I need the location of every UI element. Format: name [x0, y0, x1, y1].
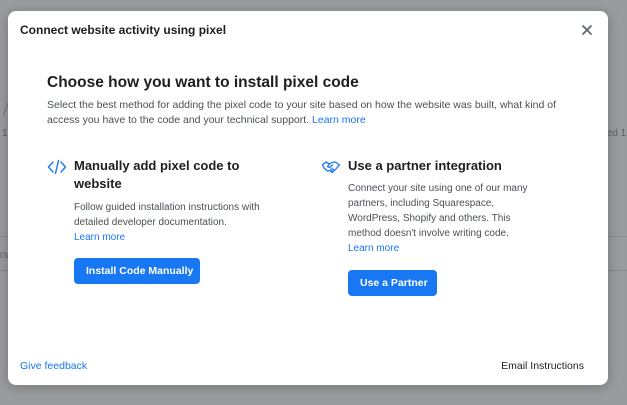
- manual-description-text: Follow guided installation instructions …: [74, 202, 260, 228]
- partner-learn-more-link[interactable]: Learn more: [348, 243, 399, 254]
- description-learn-more-link[interactable]: Learn more: [312, 114, 366, 126]
- dialog-title: Connect website activity using pixel: [20, 23, 227, 37]
- manual-option-title: Manually add pixel code to website: [74, 158, 240, 191]
- handshake-icon: [321, 159, 341, 175]
- manual-learn-more-link[interactable]: Learn more: [74, 232, 125, 243]
- background-text: 1: [2, 128, 8, 139]
- section-heading: Choose how you want to install pixel cod…: [47, 74, 359, 91]
- partner-option-title: Use a partner integration: [348, 158, 502, 173]
- description-text: Select the best method for adding the pi…: [47, 99, 556, 126]
- code-icon: [47, 159, 67, 175]
- use-a-partner-button[interactable]: Use a Partner: [348, 270, 437, 296]
- close-icon: [582, 25, 592, 35]
- partner-description-text: Connect your site using one of our many …: [348, 183, 528, 239]
- email-instructions-button[interactable]: Email Instructions: [501, 360, 584, 372]
- section-description: Select the best method for adding the pi…: [47, 98, 567, 128]
- install-code-manually-button[interactable]: Install Code Manually: [74, 258, 200, 284]
- partner-option-description: Connect your site using one of our many …: [348, 181, 543, 256]
- give-feedback-link[interactable]: Give feedback: [20, 360, 87, 372]
- manual-option-description: Follow guided installation instructions …: [74, 200, 269, 245]
- close-button[interactable]: [580, 23, 594, 37]
- install-pixel-dialog: Connect website activity using pixel Cho…: [8, 11, 608, 385]
